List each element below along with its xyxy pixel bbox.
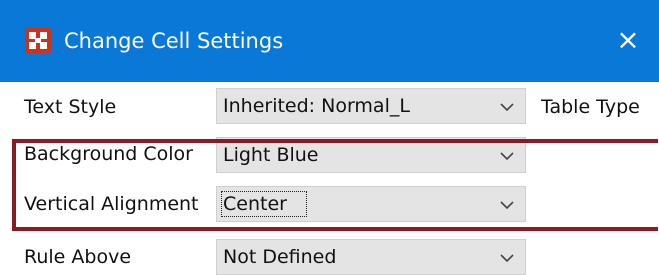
rule-above-label: Rule Above: [24, 246, 132, 268]
vertical-alignment-label: Vertical Alignment: [24, 193, 199, 215]
text-style-value: Inherited: Normal_L: [223, 95, 410, 117]
table-type-label: Table Type: [541, 96, 640, 118]
text-style-dropdown[interactable]: Inherited: Normal_L: [216, 88, 526, 124]
dialog-body: Text Style Inherited: Normal_L Table Typ…: [0, 82, 659, 275]
chevron-down-icon: [500, 103, 514, 112]
vertical-alignment-value: Center: [223, 193, 287, 215]
chevron-down-icon: [500, 201, 514, 210]
chevron-down-icon: [500, 254, 514, 263]
dialog-title-bar[interactable]: Change Cell Settings ×: [0, 0, 659, 82]
rule-above-value: Not Defined: [223, 246, 337, 268]
background-color-label: Background Color: [24, 143, 193, 165]
text-style-label: Text Style: [24, 96, 117, 118]
background-color-value: Light Blue: [223, 144, 319, 166]
rule-above-dropdown[interactable]: Not Defined: [216, 239, 526, 275]
dialog-title: Change Cell Settings: [64, 29, 284, 53]
chevron-down-icon: [500, 152, 514, 161]
vertical-alignment-dropdown[interactable]: Center: [216, 186, 526, 222]
app-logo-icon: [25, 28, 51, 53]
close-button[interactable]: ×: [611, 20, 645, 60]
background-color-dropdown[interactable]: Light Blue: [216, 137, 526, 173]
